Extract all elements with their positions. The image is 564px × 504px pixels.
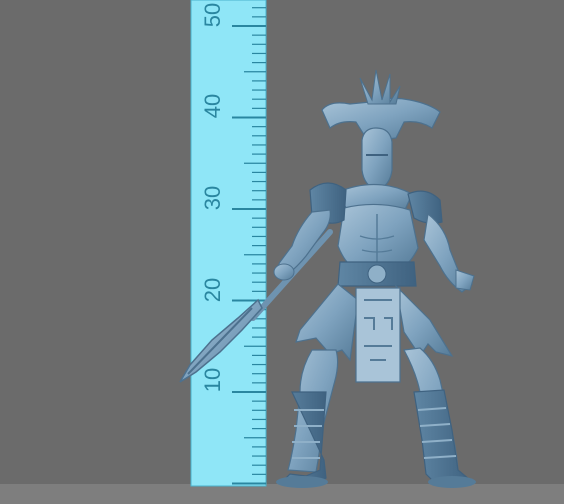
- render-viewport: 10 20 30 40 50: [0, 0, 564, 504]
- ruler-label-10: 10: [200, 368, 225, 392]
- left-hand: [273, 263, 295, 281]
- right-foot: [428, 476, 476, 488]
- ruler-body: [190, 0, 267, 487]
- belt-buckle: [367, 264, 387, 284]
- loincloth-panel: [355, 287, 401, 383]
- floor: [0, 484, 564, 504]
- ruler-label-30: 30: [200, 186, 225, 210]
- head-mask: [361, 127, 393, 191]
- left-foot: [276, 476, 328, 488]
- ruler-label-50: 50: [200, 3, 225, 27]
- measuring-ruler: 10 20 30 40 50: [190, 0, 267, 487]
- ruler-label-20: 20: [200, 278, 225, 302]
- ruler-label-40: 40: [200, 94, 225, 118]
- torso: [337, 203, 419, 271]
- background: [0, 0, 564, 504]
